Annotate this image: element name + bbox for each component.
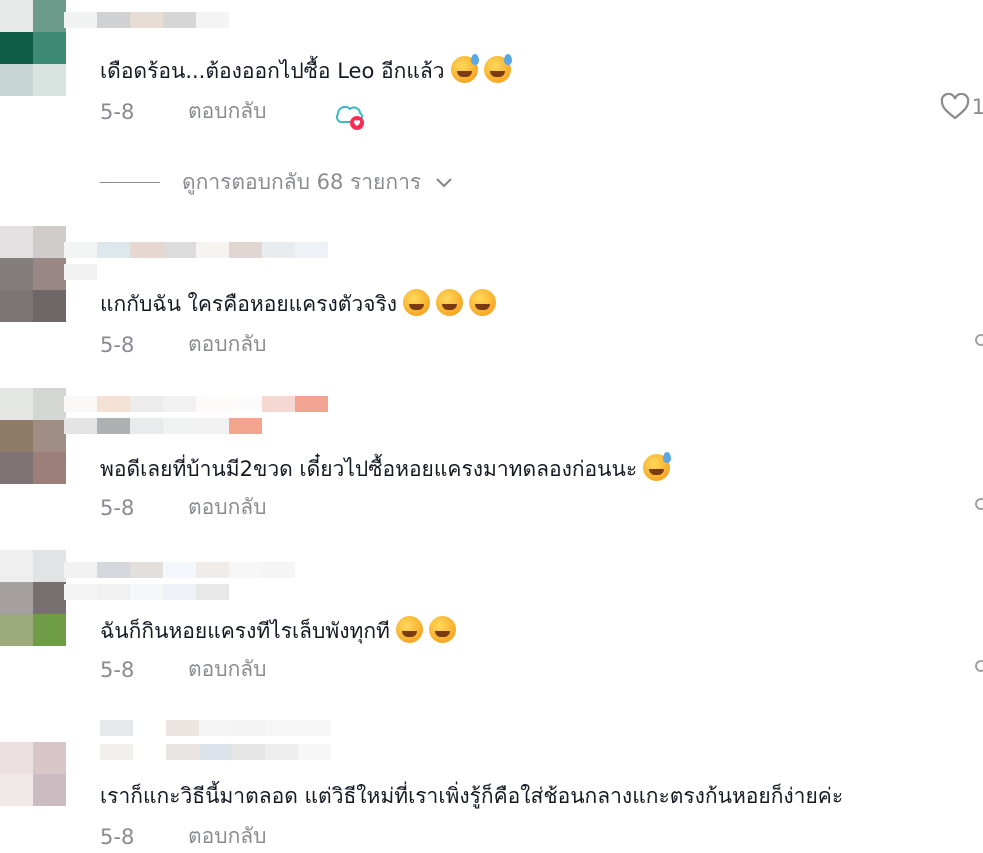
comment-meta: 5-8 ตอบกลับ (100, 491, 267, 524)
view-replies-label: ดูการตอบกลับ 68 รายการ (182, 170, 422, 194)
comment-date: 5-8 (100, 824, 135, 849)
avatar[interactable] (0, 550, 66, 646)
comment-meta: 5-8 ตอบกลับ (100, 328, 267, 361)
rofl-emoji (428, 616, 456, 643)
reply-button[interactable]: ตอบกลับ (188, 653, 267, 686)
comment-date: 5-8 (100, 332, 135, 357)
avatar[interactable] (0, 742, 66, 812)
like-indicator-icon[interactable] (975, 334, 983, 346)
chevron-down-icon (436, 177, 452, 188)
reply-button[interactable]: ตอบกลับ (188, 328, 267, 361)
rofl-emoji (469, 289, 497, 316)
comment-meta: 5-8 ตอบกลับ (100, 820, 267, 853)
comment-text: แกกับฉัน ใครคือหอยแครงตัวจริง (100, 289, 497, 318)
reply-button[interactable]: ตอบกลับ (188, 95, 267, 128)
comment-meta: 5-8 ตอบกลับ (100, 653, 267, 686)
username-blurred[interactable] (64, 12, 334, 56)
divider-line (100, 182, 160, 183)
comment-text: ฉันก็กินหอยแครงทีไรเล็บพังทุกที (100, 616, 456, 645)
reply-button[interactable]: ตอบกลับ (188, 820, 267, 853)
creator-liked-badge-icon (335, 105, 364, 130)
rofl-emoji (403, 289, 431, 316)
comment-meta: 5-8 ตอบกลับ (100, 95, 267, 128)
reply-button[interactable]: ตอบกลับ (188, 491, 267, 524)
username-blurred[interactable] (100, 720, 370, 768)
username-blurred[interactable] (64, 396, 334, 440)
comment-date: 5-8 (100, 99, 135, 124)
username-blurred[interactable] (64, 242, 334, 286)
comment-text: เราก็แกะวิธีนี้มาตลอด แต่วิธีใหม่ที่เราเ… (100, 784, 844, 808)
comment-date: 5-8 (100, 657, 135, 682)
sweat-smile-emoji (483, 54, 512, 83)
avatar[interactable] (0, 0, 66, 96)
like-indicator-icon[interactable] (975, 498, 983, 510)
like-indicator-icon[interactable] (975, 660, 983, 672)
comment-date: 5-8 (100, 495, 135, 520)
sweat-smile-emoji (643, 452, 672, 481)
avatar[interactable] (0, 388, 66, 484)
rofl-emoji (395, 616, 423, 643)
heart-outline-icon (940, 93, 969, 120)
comment-text: เดือดร้อน...ต้องออกไปซื้อ Leo อีกแล้ว (100, 54, 512, 85)
view-replies-button[interactable]: ดูการตอบกลับ 68 รายการ (100, 166, 453, 199)
rofl-emoji (436, 289, 464, 316)
like-count: 1 (971, 95, 983, 119)
avatar[interactable] (0, 226, 66, 322)
sweat-smile-emoji (450, 54, 479, 83)
like-button[interactable]: 1 (940, 93, 983, 121)
username-blurred[interactable] (64, 562, 334, 606)
comment-text: พอดีเลยที่บ้านมี2ขวด เดี๋ยวไปซื้อหอยแครง… (100, 452, 672, 483)
